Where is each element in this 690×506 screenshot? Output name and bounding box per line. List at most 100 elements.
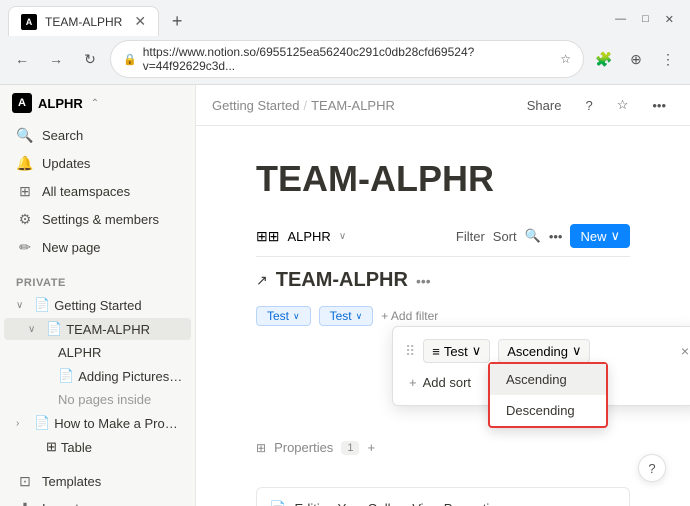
tab-bar: A TEAM-ALPHR ✕ + — □ ✕ [0,0,690,36]
topbar-actions: Share ? ☆ ••• [519,93,674,117]
minimize-button[interactable]: — [611,11,630,27]
sidebar-search-label: Search [42,128,83,143]
view-more-button[interactable]: ••• [416,273,431,289]
tree-label: No pages inside [58,392,151,407]
sidebar-item-search[interactable]: 🔍 Search [4,122,191,148]
sidebar-bottom: ⊡ Templates ⬇ Import 🗑 Trash [0,467,195,506]
extensions-button[interactable]: 🧩 [590,45,618,73]
add-sort-icon: + [409,375,417,390]
main: Getting Started / TEAM-ALPHR Share ? ☆ •… [196,85,690,506]
back-button[interactable]: ← [8,45,36,73]
sidebar-teamspaces-label: All teamspaces [42,184,130,199]
dropdown-item-ascending[interactable]: Ascending [490,364,606,395]
breadcrumb-getting-started[interactable]: Getting Started [212,98,299,113]
add-sort-label: Add sort [423,375,471,390]
tree-item-getting-started[interactable]: ∨ 📄 Getting Started [4,294,191,316]
filter-pill-label: Test [267,309,289,323]
tree-item-progress[interactable]: › 📄 How to Make a Progres... [4,412,191,434]
more-options-button[interactable]: ••• [644,94,674,117]
menu-button[interactable]: ⋮ [654,45,682,73]
sidebar-item-templates[interactable]: ⊡ Templates [4,468,191,494]
filter-pill-label: Test [330,309,352,323]
active-tab[interactable]: A TEAM-ALPHR ✕ [8,6,159,36]
forward-button[interactable]: → [42,45,70,73]
tree-label: How to Make a Progres... [54,416,183,431]
maximize-button[interactable]: □ [638,11,653,27]
help-icon[interactable]: ? [577,94,600,117]
drag-handle-icon[interactable]: ⠿ [405,343,415,360]
sort-field-button[interactable]: ≡ Test ∨ [423,339,490,363]
teamspaces-icon: ⊞ [16,182,34,200]
filter-button[interactable]: Filter [456,229,485,244]
address-bar: ← → ↻ 🔒 https://www.notion.so/6955125ea5… [0,36,690,84]
newpage-icon: ✏ [16,238,34,256]
tree-item-team-alphr[interactable]: ∨ 📄 TEAM-ALPHR [4,318,191,340]
star-button[interactable]: ☆ [609,93,637,117]
sort-direction-chevron-icon: ∨ [572,343,582,359]
chevron-right-icon: › [16,418,30,429]
tab-title: TEAM-ALPHR [45,15,122,29]
db-more-button[interactable]: ••• [549,229,563,244]
tab-close-button[interactable]: ✕ [134,13,146,30]
tab-favicon: A [21,14,37,30]
sort-row: ⠿ ≡ Test ∨ Ascending ∨ × [393,335,690,367]
sidebar-templates-label: Templates [42,474,101,489]
new-button[interactable]: New ∨ [570,224,630,248]
add-sort-button[interactable]: + Add sort [405,372,475,393]
workspace-icon: A [12,93,32,113]
sort-button[interactable]: Sort [493,229,517,244]
templates-icon: ⊡ [16,472,34,490]
filter-chevron-icon: ∨ [293,311,300,322]
help-button[interactable]: ? [638,454,666,482]
gallery-card[interactable]: 📄 Editing Your Gallery View Properties [256,487,630,506]
sidebar-item-newpage[interactable]: ✏ New page [4,234,191,260]
new-tab-button[interactable]: + [163,7,191,35]
tree-label: Adding Pictures to Yo... [78,369,183,384]
database-icon: ⊞⊞ [256,228,279,245]
tree-item-alphr[interactable]: ALPHR [4,342,191,363]
table-icon: ⊞ [46,439,57,455]
gallery-area: 📄 Editing Your Gallery View Properties +… [256,463,630,506]
properties-plus-icon[interactable]: + [367,440,375,455]
add-filter-button[interactable]: + Add filter [381,309,438,323]
database-name[interactable]: ALPHR [287,229,330,244]
profile-button[interactable]: ⊕ [622,45,650,73]
filter-pill-test1[interactable]: Test ∨ [256,306,311,326]
tree-item-table[interactable]: ⊞ Table [4,436,191,458]
url-bar[interactable]: 🔒 https://www.notion.so/6955125ea56240c2… [110,40,584,78]
share-button[interactable]: Share [519,94,570,117]
sidebar-settings-label: Settings & members [42,212,159,227]
properties-count-badge: 1 [341,441,359,455]
sort-direction-dropdown: Ascending Descending [488,362,608,428]
sidebar-updates-label: Updates [42,156,90,171]
sidebar-item-import[interactable]: ⬇ Import [4,495,191,506]
page-content: TEAM-ALPHR ⊞⊞ ALPHR ∨ Filter Sort 🔍 ••• … [196,126,690,506]
search-icon: 🔍 [16,126,34,144]
sidebar-item-updates[interactable]: 🔔 Updates [4,150,191,176]
sort-field-label: Test [444,344,468,359]
db-chevron-icon[interactable]: ∨ [339,231,346,242]
refresh-button[interactable]: ↻ [76,45,104,73]
dropdown-item-descending[interactable]: Descending [490,395,606,426]
sidebar-item-settings[interactable]: ⚙ Settings & members [4,206,191,232]
filter-pill-test2[interactable]: Test ∨ [319,306,374,326]
sort-close-button[interactable]: × [681,343,689,359]
page-icon: 📄 [46,321,62,337]
close-button[interactable]: ✕ [661,11,678,28]
settings-icon: ⚙ [16,210,34,228]
breadcrumb-team-alphr[interactable]: TEAM-ALPHR [311,98,395,113]
tree-item-adding-pictures[interactable]: 📄 Adding Pictures to Yo... [4,365,191,387]
tree-item-no-pages: No pages inside [4,389,191,410]
page-icon: 📄 [34,297,50,313]
sort-direction-button[interactable]: Ascending ∨ [498,339,590,363]
workspace-header[interactable]: A ALPHR ⌃ [0,85,195,121]
import-icon: ⬇ [16,499,34,506]
sidebar: A ALPHR ⌃ 🔍 Search 🔔 Updates ⊞ All teams… [0,85,196,506]
new-label: New [580,229,606,244]
sidebar-item-teamspaces[interactable]: ⊞ All teamspaces [4,178,191,204]
search-button[interactable]: 🔍 [525,228,541,244]
url-star-icon[interactable]: ☆ [560,52,571,66]
private-section-label: Private [0,269,195,293]
database-header: ⊞⊞ ALPHR ∨ Filter Sort 🔍 ••• New ∨ [256,216,630,257]
chevron-down-icon: ∨ [28,324,42,335]
